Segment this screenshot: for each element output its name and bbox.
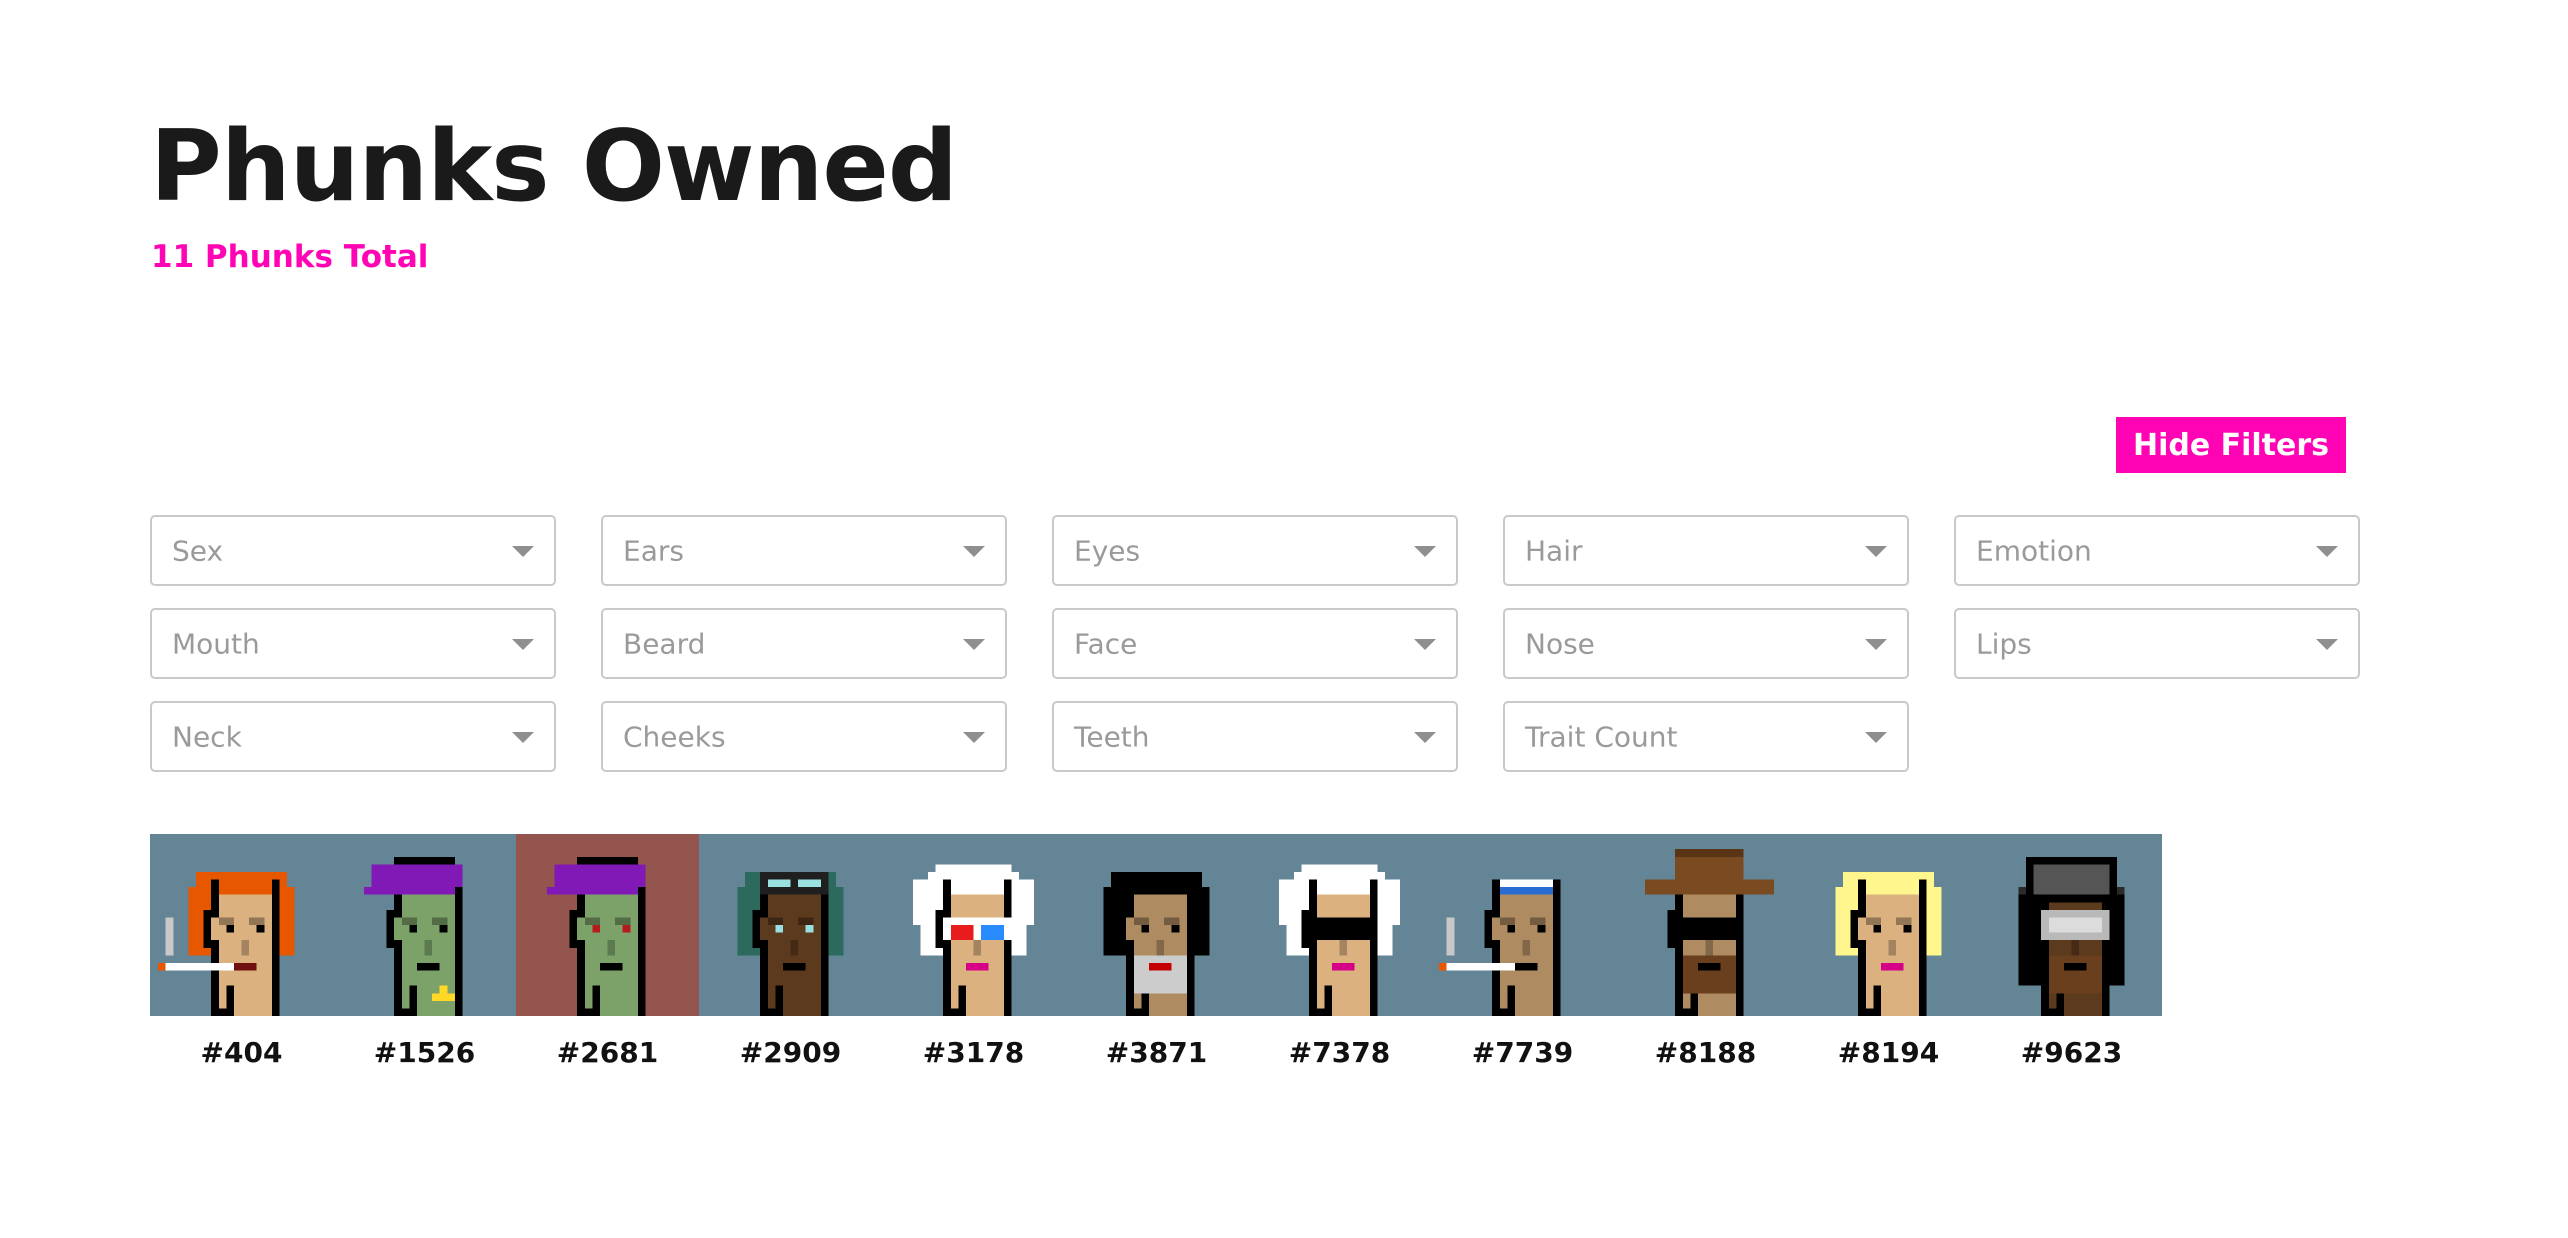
filter-placeholder: Ears	[623, 534, 684, 567]
phunk-card[interactable]	[1431, 834, 1614, 1016]
phunk-avatar-image	[2018, 856, 2125, 1016]
phunk-gallery	[150, 834, 2162, 1016]
filter-neck-select[interactable]: Neck	[150, 701, 556, 772]
filter-placeholder: Sex	[172, 534, 224, 567]
phunk-card[interactable]	[1065, 834, 1248, 1016]
filter-placeholder: Face	[1074, 627, 1138, 660]
filter-trait-count-select[interactable]: Trait Count	[1503, 701, 1909, 772]
caret-down-icon	[963, 546, 985, 557]
page-title: Phunks Owned	[150, 110, 958, 224]
filter-face-select[interactable]: Face	[1052, 608, 1458, 679]
filter-placeholder: Neck	[172, 720, 242, 753]
phunk-id-label[interactable]: #8194	[1797, 1036, 1980, 1069]
filter-emotion-select[interactable]: Emotion	[1954, 515, 2360, 586]
phunk-id-label[interactable]: #7739	[1431, 1036, 1614, 1069]
filter-cheeks-select[interactable]: Cheeks	[601, 701, 1007, 772]
filter-lips-select[interactable]: Lips	[1954, 608, 2360, 679]
phunk-avatar-image	[737, 871, 844, 1016]
filter-placeholder: Hair	[1525, 534, 1583, 567]
phunk-id-label[interactable]: #9623	[1980, 1036, 2163, 1069]
filter-placeholder: Mouth	[172, 627, 260, 660]
caret-down-icon	[963, 639, 985, 650]
caret-down-icon	[1865, 639, 1887, 650]
filter-sex-select[interactable]: Sex	[150, 515, 556, 586]
filter-teeth-select[interactable]: Teeth	[1052, 701, 1458, 772]
phunk-id-label[interactable]: #404	[150, 1036, 333, 1069]
phunk-id-label[interactable]: #3178	[882, 1036, 1065, 1069]
caret-down-icon	[512, 546, 534, 557]
filter-placeholder: Trait Count	[1525, 720, 1678, 753]
filter-nose-select[interactable]: Nose	[1503, 608, 1909, 679]
phunk-avatar-image	[912, 864, 1035, 1016]
phunk-id-label[interactable]: #2909	[699, 1036, 882, 1069]
phunk-avatar-image	[1644, 849, 1774, 1016]
phunk-avatar-image	[158, 871, 295, 1016]
phunk-card[interactable]	[150, 834, 333, 1016]
filter-hair-select[interactable]: Hair	[1503, 515, 1909, 586]
phunk-avatar-image	[1439, 879, 1561, 1016]
filter-placeholder: Teeth	[1074, 720, 1150, 753]
phunk-card[interactable]	[699, 834, 882, 1016]
caret-down-icon	[2316, 639, 2338, 650]
phunk-avatar-image	[546, 856, 646, 1016]
phunk-card[interactable]	[1980, 834, 2163, 1016]
filter-placeholder: Eyes	[1074, 534, 1141, 567]
caret-down-icon	[512, 732, 534, 743]
caret-down-icon	[1414, 546, 1436, 557]
phunk-card[interactable]	[882, 834, 1065, 1016]
caret-down-icon	[1865, 732, 1887, 743]
phunk-id-label[interactable]: #3871	[1065, 1036, 1248, 1069]
caret-down-icon	[512, 639, 534, 650]
caret-down-icon	[963, 732, 985, 743]
phunk-id-label[interactable]: #8188	[1614, 1036, 1797, 1069]
phunk-card[interactable]	[516, 834, 699, 1016]
filter-placeholder: Cheeks	[623, 720, 726, 753]
phunk-id-label[interactable]: #7378	[1248, 1036, 1431, 1069]
page: Phunks Owned 11 Phunks Total Hide Filter…	[0, 0, 2568, 1238]
phunk-avatar-image	[1103, 871, 1210, 1016]
phunk-card[interactable]	[1248, 834, 1431, 1016]
phunk-id-label[interactable]: #1526	[333, 1036, 516, 1069]
filter-beard-select[interactable]: Beard	[601, 608, 1007, 679]
phunk-avatar-image	[363, 856, 463, 1016]
phunk-avatar-image	[1278, 864, 1401, 1016]
caret-down-icon	[1414, 732, 1436, 743]
filter-placeholder: Lips	[1976, 627, 2032, 660]
filter-ears-select[interactable]: Ears	[601, 515, 1007, 586]
caret-down-icon	[1414, 639, 1436, 650]
filter-placeholder: Beard	[623, 627, 706, 660]
filter-mouth-select[interactable]: Mouth	[150, 608, 556, 679]
filter-eyes-select[interactable]: Eyes	[1052, 515, 1458, 586]
phunk-id-label[interactable]: #2681	[516, 1036, 699, 1069]
phunk-card[interactable]	[333, 834, 516, 1016]
phunk-avatar-image	[1835, 871, 1942, 1016]
phunk-card[interactable]	[1797, 834, 1980, 1016]
caret-down-icon	[1865, 546, 1887, 557]
filter-placeholder: Emotion	[1976, 534, 2092, 567]
phunk-card[interactable]	[1614, 834, 1797, 1016]
hide-filters-button[interactable]: Hide Filters	[2116, 417, 2346, 473]
caret-down-icon	[2316, 546, 2338, 557]
filter-placeholder: Nose	[1525, 627, 1595, 660]
phunks-total-count: 11 Phunks Total	[151, 239, 429, 275]
